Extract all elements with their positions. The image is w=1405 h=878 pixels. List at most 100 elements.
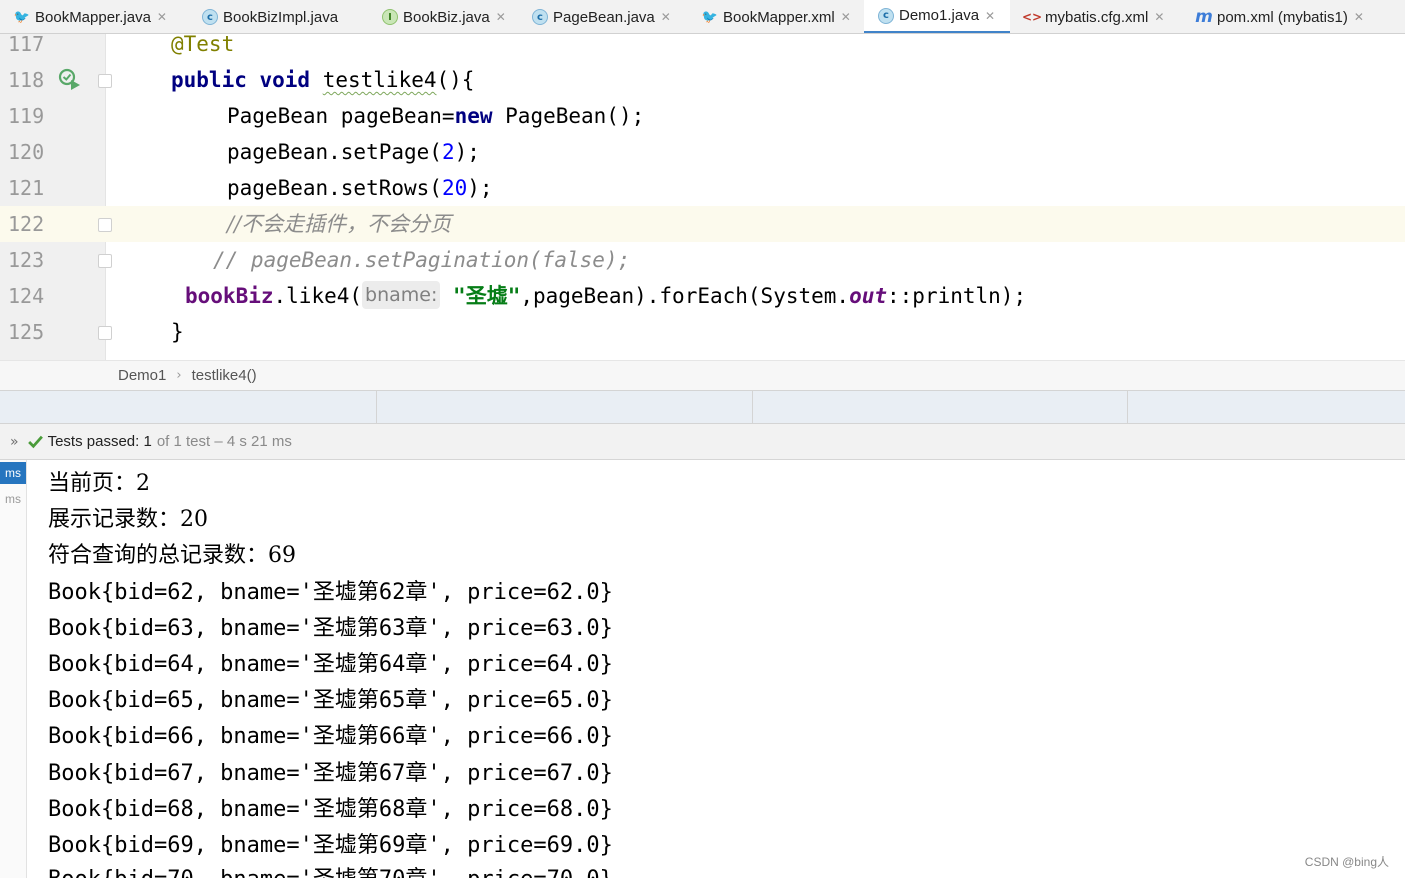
close-icon[interactable]: ✕ (1354, 10, 1364, 24)
tab-bookmapper-java[interactable]: 🐦 BookMapper.java ✕ (0, 0, 188, 33)
breadcrumb: Demo1 › testlike4() (0, 360, 1405, 390)
fold-marker[interactable] (98, 254, 112, 268)
breadcrumb-item-class[interactable]: Demo1 (118, 367, 166, 384)
close-icon[interactable]: ✕ (841, 10, 851, 24)
annotation-text: @Test (171, 34, 235, 56)
static-field-text: out (849, 284, 888, 308)
tests-summary-text: of 1 test – 4 s 21 ms (156, 433, 292, 450)
number-literal: 2 (441, 140, 455, 164)
tab-label: BookBiz.java (403, 8, 490, 26)
run-console[interactable]: ms ms 当前页：2 展示记录数：20 符合查询的总记录数：69 Book{b… (0, 460, 1405, 878)
code-line: 118 public void testlike4(){ (0, 62, 1405, 98)
tab-label: BookBizImpl.java (223, 8, 339, 26)
code-text: ); (454, 140, 480, 164)
fold-marker[interactable] (98, 74, 112, 88)
strip-cell (377, 391, 753, 423)
console-line: Book{bid=62, bname='圣墟第62章', price=62.0} (48, 580, 613, 605)
console-line: Book{bid=66, bname='圣墟第66章', price=66.0} (48, 724, 613, 749)
code-text: } (171, 320, 184, 344)
check-icon (27, 435, 43, 449)
method-name: testlike4 (322, 68, 437, 92)
test-tree-item-selected[interactable]: ms (0, 462, 26, 484)
tab-bookmapper-xml[interactable]: 🐦 BookMapper.xml ✕ (688, 0, 864, 33)
console-line: 符合查询的总记录数：69 (48, 543, 296, 568)
tab-bookbizimpl-java[interactable]: c BookBizImpl.java (188, 0, 368, 33)
test-tree-column: ms ms (0, 460, 27, 878)
maven-m-icon: m (1195, 7, 1213, 27)
fold-marker[interactable] (98, 218, 112, 232)
class-c-icon: c (878, 7, 894, 24)
console-line: Book{bid=65, bname='圣墟第65章', price=65.0} (48, 688, 613, 713)
code-text: ,pageBean).forEach(System. (520, 284, 850, 308)
line-number: 120 (8, 140, 45, 164)
close-icon[interactable]: ✕ (496, 10, 506, 24)
console-line: Book{bid=68, bname='圣墟第68章', price=68.0} (48, 797, 613, 822)
tab-label: PageBean.java (553, 8, 655, 26)
code-text: (){ (436, 68, 475, 92)
line-number: 124 (8, 284, 45, 308)
breadcrumb-item-method[interactable]: testlike4() (192, 367, 257, 384)
class-c-icon: c (202, 9, 218, 25)
tab-pom-xml[interactable]: m pom.xml (mybatis1) ✕ (1182, 0, 1405, 33)
console-line: 展示记录数：20 (48, 507, 208, 532)
line-number: 121 (8, 176, 45, 200)
comment-text: //不会走插件，不会分页 (227, 212, 452, 236)
close-icon[interactable]: ✕ (1154, 10, 1164, 24)
code-text: PageBean(); (492, 104, 645, 128)
strip-cell (753, 391, 1128, 423)
code-editor[interactable]: 117 @Test 118 public void testlike4(){ 1… (0, 34, 1405, 360)
line-number: 117 (8, 34, 45, 56)
code-text: .like4( (273, 284, 363, 308)
code-line: 117 @Test (0, 34, 1405, 62)
close-icon[interactable]: ✕ (157, 10, 167, 24)
code-line: 125 } (0, 314, 1405, 350)
fold-marker[interactable] (98, 326, 112, 340)
tab-mybatis-cfg-xml[interactable]: <> mybatis.cfg.xml ✕ (1010, 0, 1182, 33)
line-number: 123 (8, 248, 45, 272)
line-number: 122 (8, 212, 45, 236)
run-test-icon[interactable] (58, 68, 82, 92)
field-text: bookBiz (185, 284, 274, 308)
tab-bookbiz-java[interactable]: I BookBiz.java ✕ (368, 0, 518, 33)
tab-label: pom.xml (mybatis1) (1217, 8, 1348, 26)
tab-pagebean-java[interactable]: c PageBean.java ✕ (518, 0, 688, 33)
close-icon[interactable]: ✕ (661, 10, 671, 24)
watermark-text: CSDN @bing人 (1304, 855, 1389, 869)
console-line: 当前页：2 (48, 471, 150, 496)
editor-tab-bar: 🐦 BookMapper.java ✕ c BookBizImpl.java I… (0, 0, 1405, 34)
interface-i-icon: I (382, 9, 398, 25)
console-line-clipped: Book{bid=70, bname='圣墟第70章', price=70.0} (48, 862, 613, 878)
tab-label: Demo1.java (899, 7, 980, 24)
close-icon[interactable]: ✕ (985, 9, 995, 23)
mybatis-bird-icon: 🐦 (701, 9, 719, 25)
code-text: ::println); (887, 284, 1027, 308)
line-number: 118 (8, 68, 45, 92)
tab-demo1-java[interactable]: c Demo1.java ✕ (864, 0, 1010, 33)
tab-label: BookMapper.java (35, 8, 151, 26)
test-status-bar: » Tests passed: 1 of 1 test – 4 s 21 ms (0, 424, 1405, 460)
class-c-icon: c (532, 9, 548, 25)
mybatis-bird-icon: 🐦 (13, 9, 31, 25)
tests-passed-text: Tests passed: 1 (47, 433, 152, 450)
code-text: pageBean.setPage( (227, 140, 442, 164)
code-line: 121 pageBean.setRows(20); (0, 170, 1405, 206)
string-literal: "圣墟" (453, 284, 521, 308)
chevron-right-icon: › (176, 368, 182, 383)
code-text: ); (467, 176, 493, 200)
code-line: 120 pageBean.setPage(2); (0, 134, 1405, 170)
double-chevron-right-icon[interactable]: » (10, 434, 19, 450)
keyword-text: new (454, 104, 493, 128)
tab-label: BookMapper.xml (723, 8, 835, 26)
code-line: 123 // pageBean.setPagination(false); (0, 242, 1405, 278)
xml-file-icon: <> (1021, 10, 1043, 24)
parameter-hint: bname: (362, 281, 441, 309)
strip-cell (0, 391, 377, 423)
code-text: pageBean.setRows( (227, 176, 442, 200)
console-line: Book{bid=69, bname='圣墟第69章', price=69.0} (48, 833, 613, 858)
tab-label: mybatis.cfg.xml (1045, 8, 1149, 26)
test-tree-item[interactable]: ms (0, 488, 26, 510)
line-number: 125 (8, 320, 45, 344)
tool-window-header-strip (0, 390, 1405, 424)
console-line: Book{bid=67, bname='圣墟第67章', price=67.0} (48, 761, 613, 786)
code-text: PageBean pageBean= (227, 104, 455, 128)
